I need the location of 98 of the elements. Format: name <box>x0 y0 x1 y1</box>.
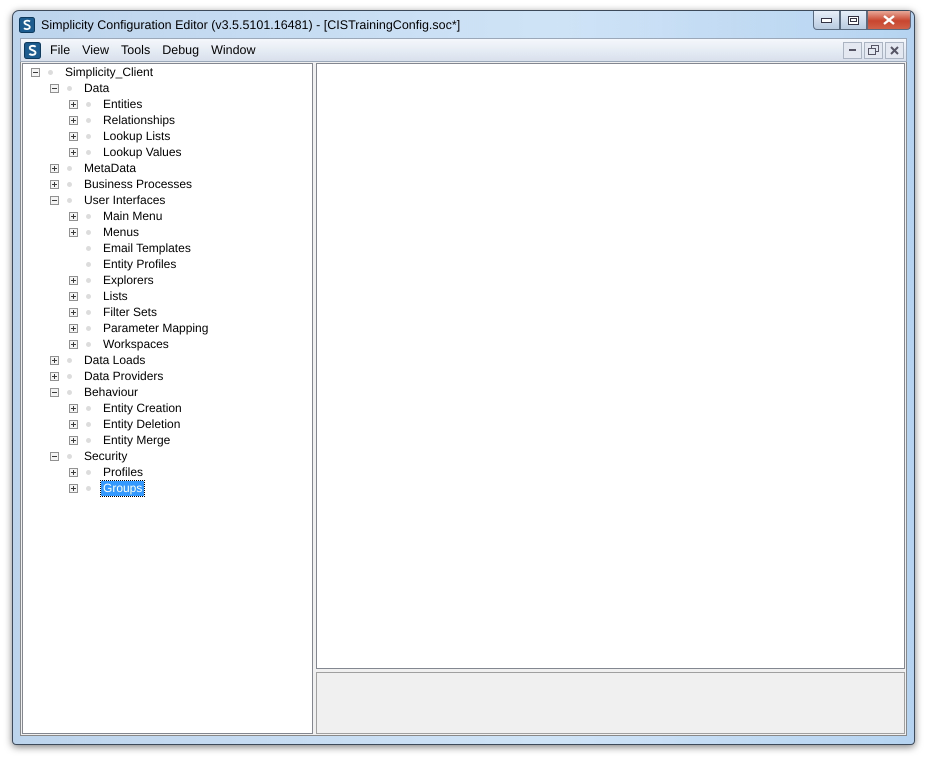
node-bullet-icon <box>86 486 91 490</box>
expand-icon[interactable] <box>69 276 78 284</box>
collapse-icon[interactable] <box>31 68 40 76</box>
node-bullet-icon <box>48 70 53 74</box>
minimize-icon <box>821 18 832 22</box>
tree-item[interactable]: Entities <box>101 96 144 112</box>
tree-item[interactable]: Explorers <box>101 272 156 288</box>
tree-item[interactable]: Email Templates <box>101 240 193 256</box>
minimize-icon <box>848 48 856 52</box>
collapse-icon[interactable] <box>50 452 59 460</box>
node-bullet-icon <box>86 118 91 122</box>
tree-item[interactable]: Business Processes <box>82 176 194 192</box>
close-button[interactable] <box>885 42 904 58</box>
expand-icon[interactable] <box>69 292 78 300</box>
tree-item[interactable]: Menus <box>101 224 142 240</box>
expand-icon[interactable] <box>50 372 59 380</box>
expand-icon[interactable] <box>69 420 78 428</box>
menu-item[interactable]: View <box>76 43 116 57</box>
expand-icon[interactable] <box>69 116 78 124</box>
app-logo-icon <box>24 42 41 58</box>
tree-item[interactable]: Lookup Values <box>101 144 184 160</box>
expand-icon[interactable] <box>69 468 78 476</box>
node-bullet-icon <box>67 86 72 90</box>
tree-item[interactable]: Behaviour <box>82 384 140 400</box>
expand-icon[interactable] <box>69 148 78 156</box>
expand-icon[interactable] <box>69 132 78 140</box>
expand-icon[interactable] <box>69 404 78 412</box>
expand-icon[interactable] <box>69 308 78 316</box>
tree-item[interactable]: Profiles <box>101 464 146 480</box>
node-bullet-icon <box>86 246 91 250</box>
node-bullet-icon <box>67 182 72 186</box>
tree-item[interactable]: Entity Merge <box>101 432 172 448</box>
tree-item[interactable]: Data <box>82 80 112 96</box>
tree-item[interactable]: Simplicity_Client <box>63 64 156 80</box>
maximize-icon <box>848 16 859 24</box>
node-bullet-icon <box>86 310 91 314</box>
menu-item[interactable]: Tools <box>115 43 156 57</box>
tree-item[interactable]: Relationships <box>101 112 178 128</box>
node-bullet-icon <box>86 230 91 234</box>
expand-icon[interactable] <box>69 228 78 236</box>
close-icon <box>890 46 899 54</box>
tree-item[interactable]: Lookup Lists <box>101 128 172 144</box>
tree-item[interactable]: Main Menu <box>101 208 164 224</box>
expand-icon[interactable] <box>69 436 78 444</box>
tree-item[interactable]: Entity Deletion <box>101 416 182 432</box>
collapse-icon[interactable] <box>50 388 59 396</box>
node-bullet-icon <box>86 262 91 266</box>
node-bullet-icon <box>86 294 91 298</box>
restore-icon <box>868 45 879 55</box>
collapse-icon[interactable] <box>50 84 59 92</box>
tree-item[interactable]: Data Loads <box>82 352 148 368</box>
expand-icon[interactable] <box>69 484 78 492</box>
minimize-button[interactable] <box>813 11 840 30</box>
node-bullet-icon <box>67 390 72 394</box>
tree-item[interactable]: Entity Profiles <box>101 256 178 272</box>
menu-item[interactable]: Window <box>205 43 262 57</box>
tree-item[interactable]: Workspaces <box>101 336 171 352</box>
node-bullet-icon <box>86 342 91 346</box>
app-logo-icon <box>19 16 35 32</box>
node-bullet-icon <box>86 422 91 426</box>
restore-button[interactable] <box>864 42 883 58</box>
tree-item[interactable]: MetaData <box>82 160 138 176</box>
node-bullet-icon <box>86 134 91 138</box>
expand-icon[interactable] <box>69 340 78 348</box>
node-bullet-icon <box>86 326 91 330</box>
tree-item[interactable]: Lists <box>101 288 130 304</box>
close-button[interactable] <box>867 11 911 30</box>
maximize-button[interactable] <box>840 11 867 30</box>
window-title: Simplicity Configuration Editor (v3.5.5101.16481) - [CISTrainingConfig.soc*] <box>41 18 462 32</box>
expand-icon[interactable] <box>69 324 78 332</box>
tree-item[interactable]: Entity Creation <box>101 400 184 416</box>
node-bullet-icon <box>86 438 91 442</box>
node-bullet-icon <box>86 470 91 474</box>
expand-icon[interactable] <box>50 164 59 172</box>
node-bullet-icon <box>86 150 91 154</box>
collapse-icon[interactable] <box>50 196 59 204</box>
node-bullet-icon <box>67 454 72 458</box>
expand-icon[interactable] <box>69 100 78 108</box>
menu-item[interactable]: Debug <box>156 43 206 57</box>
node-bullet-icon <box>67 198 72 202</box>
node-bullet-icon <box>67 358 72 362</box>
tree-item[interactable]: Security <box>82 448 130 464</box>
node-bullet-icon <box>67 374 72 378</box>
node-bullet-icon <box>86 214 91 218</box>
node-bullet-icon <box>86 278 91 282</box>
node-bullet-icon <box>86 102 91 106</box>
tree-item[interactable]: Data Providers <box>82 368 166 384</box>
tree-item[interactable]: User Interfaces <box>82 192 168 208</box>
expand-icon[interactable] <box>50 356 59 364</box>
node-bullet-icon <box>86 406 91 410</box>
node-bullet-icon <box>67 166 72 170</box>
expand-icon[interactable] <box>50 180 59 188</box>
tree-item[interactable]: Filter Sets <box>101 304 160 320</box>
tree-item[interactable]: Parameter Mapping <box>101 320 210 336</box>
minimize-button[interactable] <box>843 42 862 58</box>
close-icon <box>883 15 895 25</box>
menu-item[interactable]: File <box>44 43 76 57</box>
expand-icon[interactable] <box>69 212 78 220</box>
